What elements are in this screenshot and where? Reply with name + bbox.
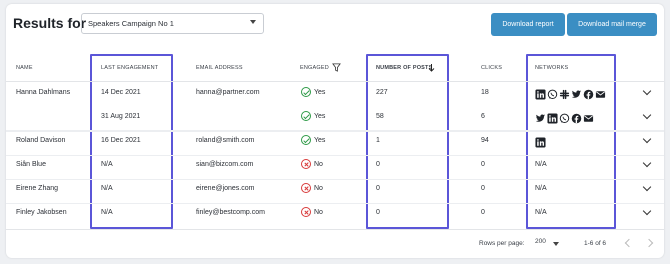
cell-engaged: No — [301, 159, 323, 169]
twitter-icon — [535, 111, 546, 129]
slack-icon — [559, 87, 570, 105]
cell-clicks: 18 — [481, 89, 489, 96]
whatsapp-icon — [547, 87, 558, 105]
x-circle-icon — [301, 183, 311, 193]
whatsapp-icon — [559, 111, 570, 129]
col-header-posts[interactable]: NUMBER OF POSTS — [376, 65, 432, 71]
cell-engaged: No — [301, 207, 323, 217]
cell-posts: 1 — [376, 137, 380, 144]
linkedin-icon — [535, 87, 546, 105]
col-header-networks: NETWORKS — [535, 65, 569, 71]
check-circle-icon — [301, 87, 311, 97]
cell-name: Eirene Zhang — [16, 185, 59, 192]
chevron-down-icon[interactable] — [553, 242, 559, 246]
cell-last-engagement: 16 Dec 2021 — [101, 137, 141, 144]
x-circle-icon — [301, 159, 311, 169]
linkedin-icon — [535, 135, 546, 153]
cell-last-engagement: N/A — [101, 185, 113, 192]
cell-last-engagement: N/A — [101, 209, 113, 216]
cell-clicks: 6 — [481, 113, 485, 120]
cell-email: roland@smith.com — [196, 137, 255, 144]
pagination-range: 1-6 of 6 — [584, 240, 607, 247]
cell-networks: N/A — [535, 161, 547, 168]
rows-per-page-label: Rows per page: — [479, 240, 525, 247]
download-report-button[interactable]: Download report — [491, 13, 565, 36]
col-header-last-engagement[interactable]: LAST ENGAGEMENT — [101, 65, 158, 71]
cell-clicks: 0 — [481, 161, 485, 168]
cell-engaged: Yes — [301, 87, 325, 97]
cell-posts: 227 — [376, 89, 388, 96]
row-divider — [6, 131, 664, 132]
mail-icon — [595, 87, 606, 105]
col-header-name: NAME — [16, 65, 33, 71]
campaign-select[interactable]: Speakers Campaign No 1 — [81, 13, 264, 34]
sort-down-icon[interactable] — [428, 64, 435, 72]
facebook-icon — [571, 111, 582, 129]
filter-icon[interactable] — [332, 63, 341, 72]
cell-networks: N/A — [535, 185, 547, 192]
cell-posts: 0 — [376, 185, 380, 192]
engaged-label: No — [314, 184, 323, 192]
cell-name: Finley Jakobsen — [16, 209, 67, 216]
footer-divider — [6, 229, 664, 230]
engaged-label: No — [314, 160, 323, 168]
col-header-email[interactable]: EMAIL ADDRESS — [196, 65, 243, 71]
cell-clicks: 94 — [481, 137, 489, 144]
row-divider — [6, 203, 664, 204]
x-circle-icon — [301, 207, 311, 217]
cell-networks: N/A — [535, 209, 547, 216]
cell-posts: 0 — [376, 161, 380, 168]
cell-engaged: No — [301, 183, 323, 193]
cell-networks — [535, 111, 594, 129]
col-header-clicks[interactable]: CLICKS — [481, 65, 502, 71]
header-divider — [6, 81, 664, 82]
linkedin-icon — [547, 111, 558, 129]
engaged-label: No — [314, 208, 323, 216]
cell-clicks: 0 — [481, 209, 485, 216]
mail-icon — [583, 111, 594, 129]
page-title: Results for — [13, 15, 87, 31]
chevron-down-icon — [250, 20, 256, 24]
engaged-label: Yes — [314, 136, 326, 144]
cell-name: Siân Blue — [16, 161, 46, 168]
cell-networks — [535, 135, 546, 153]
cell-name: Roland Davison — [16, 137, 66, 144]
cell-engaged: Yes — [301, 111, 325, 121]
cell-email: finley@bestcomp.com — [196, 209, 265, 216]
twitter-icon — [571, 87, 582, 105]
cell-last-engagement: 31 Aug 2021 — [101, 113, 141, 120]
row-divider — [6, 155, 664, 156]
check-circle-icon — [301, 135, 311, 145]
cell-clicks: 0 — [481, 185, 485, 192]
cell-email: sian@bizcom.com — [196, 161, 254, 168]
cell-last-engagement: 14 Dec 2021 — [101, 89, 141, 96]
cell-email: eirene@jones.com — [196, 185, 255, 192]
cell-posts: 0 — [376, 209, 380, 216]
download-mail-merge-button[interactable]: Download mail merge — [567, 13, 657, 36]
cell-email: hanna@partner.com — [196, 89, 260, 96]
cell-posts: 58 — [376, 113, 384, 120]
facebook-icon — [583, 87, 594, 105]
check-circle-icon — [301, 111, 311, 121]
engaged-label: Yes — [314, 88, 326, 96]
col-header-engaged[interactable]: ENGAGED — [300, 65, 329, 71]
campaign-select-value: Speakers Campaign No 1 — [88, 19, 174, 28]
row-divider — [6, 179, 664, 180]
cell-last-engagement: N/A — [101, 161, 113, 168]
engaged-label: Yes — [314, 112, 326, 120]
cell-engaged: Yes — [301, 135, 325, 145]
cell-networks — [535, 87, 606, 105]
cell-name: Hanna Dahlmans — [16, 89, 71, 96]
